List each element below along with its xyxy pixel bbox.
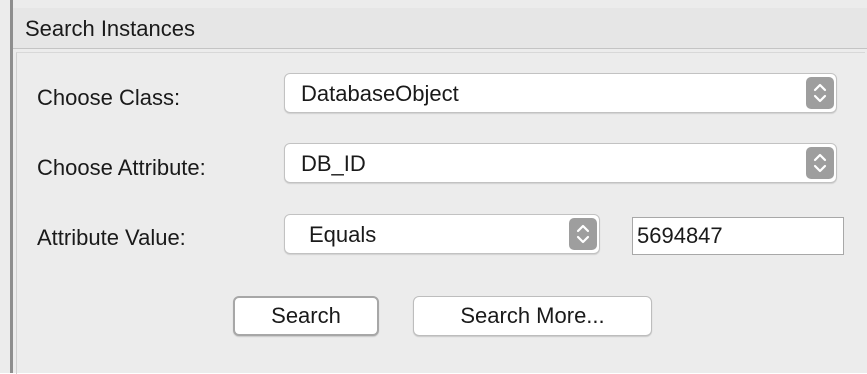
choose-class-label: Choose Class: [37,85,181,110]
up-down-chevron-icon[interactable] [569,218,597,250]
choose-attribute-label: Choose Attribute: [37,155,206,180]
attribute-value-input[interactable]: 5694847 [632,217,844,255]
operator-select-value: Equals [309,222,377,247]
up-down-chevron-icon[interactable] [806,77,834,109]
search-button[interactable]: Search [233,296,379,336]
attribute-value-label: Attribute Value: [37,225,186,250]
attribute-select-value: DB_ID [301,151,366,176]
panel-title-bar: Search Instances [13,8,867,49]
search-instances-panel: Search Instances Choose Class: DatabaseO… [13,0,867,374]
attribute-value-input-text: 5694847 [637,223,723,248]
up-down-chevron-icon[interactable] [806,147,834,179]
operator-select[interactable]: Equals [284,214,600,254]
class-select[interactable]: DatabaseObject [284,73,837,113]
search-more-button[interactable]: Search More... [413,296,652,336]
attribute-select[interactable]: DB_ID [284,143,837,183]
panel-title: Search Instances [25,16,195,41]
search-instances-window: Search Instances Choose Class: DatabaseO… [0,0,867,374]
class-select-value: DatabaseObject [301,81,459,106]
